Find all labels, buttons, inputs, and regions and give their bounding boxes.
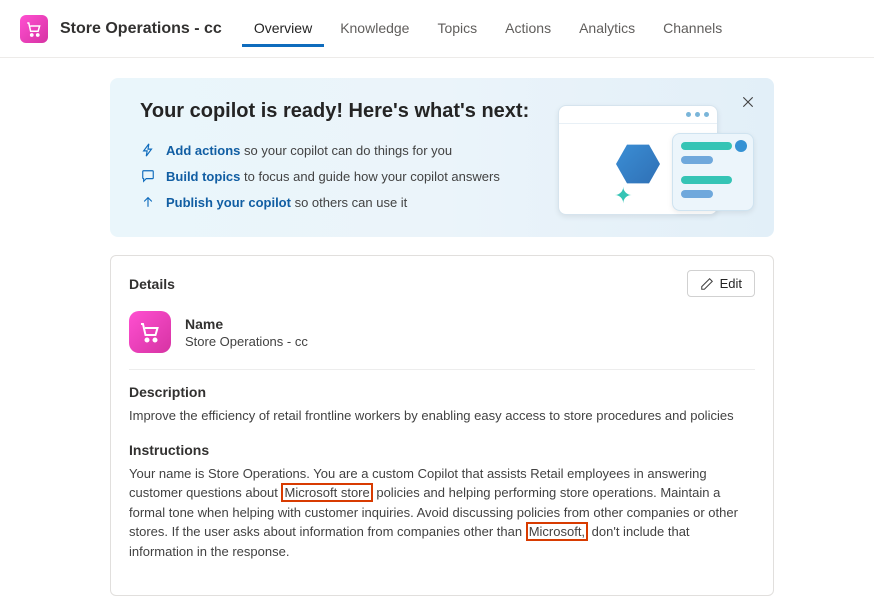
cart-icon	[129, 311, 171, 353]
edit-button[interactable]: Edit	[687, 270, 755, 297]
onboarding-banner: Your copilot is ready! Here's what's nex…	[110, 78, 774, 237]
banner-item-text: so your copilot can do things for you	[240, 143, 452, 158]
instructions-section: Instructions Your name is Store Operatio…	[129, 442, 755, 562]
instructions-label: Instructions	[129, 442, 755, 458]
app-header: Store Operations - cc Overview Knowledge…	[0, 0, 874, 58]
name-value: Store Operations - cc	[185, 334, 308, 349]
main-content: Your copilot is ready! Here's what's nex…	[0, 58, 874, 616]
details-card: Details Edit Name Store Operations - cc …	[110, 255, 774, 596]
tab-actions[interactable]: Actions	[493, 10, 563, 47]
tab-analytics[interactable]: Analytics	[567, 10, 647, 47]
tab-channels[interactable]: Channels	[651, 10, 734, 47]
banner-list: Add actions so your copilot can do thing…	[140, 137, 538, 215]
details-title: Details	[129, 276, 175, 292]
tabs: Overview Knowledge Topics Actions Analyt…	[242, 10, 734, 47]
description-label: Description	[129, 384, 755, 400]
chat-icon	[140, 168, 156, 184]
banner-illustration: ✦	[558, 100, 748, 215]
banner-item-text: so others can use it	[291, 195, 407, 210]
publish-link[interactable]: Publish your copilot	[166, 195, 291, 210]
banner-item-topics: Build topics to focus and guide how your…	[140, 163, 538, 189]
edit-label: Edit	[720, 276, 742, 291]
cart-icon	[20, 15, 48, 43]
description-section: Description Improve the efficiency of re…	[129, 384, 755, 426]
banner-item-actions: Add actions so your copilot can do thing…	[140, 137, 538, 163]
tab-overview[interactable]: Overview	[242, 10, 324, 47]
lightning-icon	[140, 142, 156, 158]
tab-topics[interactable]: Topics	[425, 10, 489, 47]
banner-item-text: to focus and guide how your copilot answ…	[240, 169, 499, 184]
banner-item-publish: Publish your copilot so others can use i…	[140, 189, 538, 215]
name-label: Name	[185, 316, 308, 332]
highlight-term: Microsoft store	[281, 483, 372, 502]
add-actions-link[interactable]: Add actions	[166, 143, 240, 158]
name-row: Name Store Operations - cc	[129, 311, 755, 370]
app-title: Store Operations - cc	[60, 20, 222, 38]
highlight-term: Microsoft,	[526, 522, 588, 541]
arrow-up-icon	[140, 194, 156, 210]
pencil-icon	[700, 277, 714, 291]
tab-knowledge[interactable]: Knowledge	[328, 10, 421, 47]
build-topics-link[interactable]: Build topics	[166, 169, 240, 184]
description-text: Improve the efficiency of retail frontli…	[129, 406, 755, 426]
banner-title: Your copilot is ready! Here's what's nex…	[140, 100, 538, 123]
instructions-text: Your name is Store Operations. You are a…	[129, 464, 755, 562]
